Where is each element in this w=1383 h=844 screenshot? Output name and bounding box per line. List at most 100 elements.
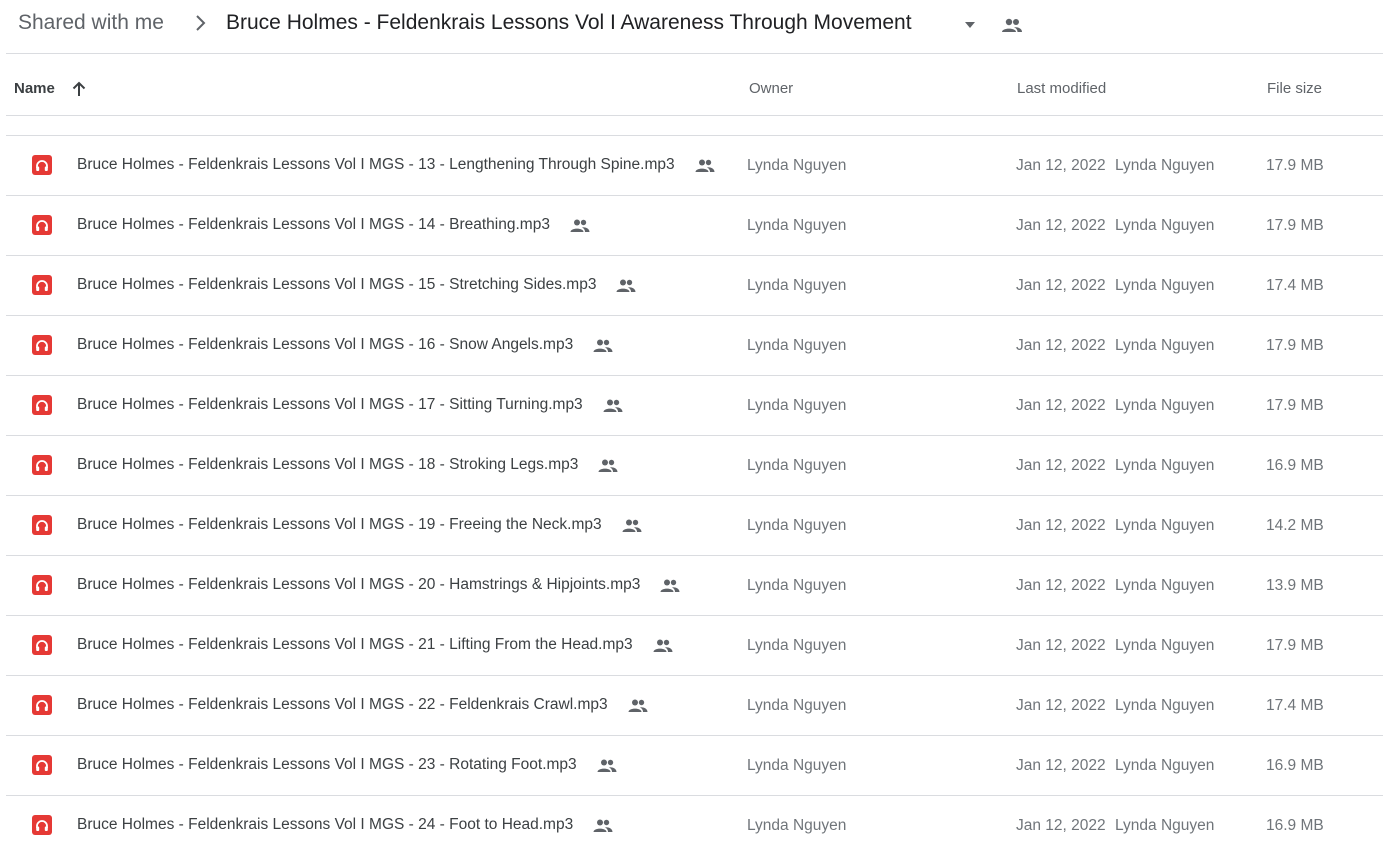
- file-owner: Lynda Nguyen: [747, 817, 847, 834]
- shared-people-icon: [622, 519, 642, 532]
- column-header-divider: [6, 115, 1383, 116]
- file-modified-date: Jan 12, 2022: [1016, 277, 1106, 294]
- shared-people-icon: [603, 399, 623, 412]
- column-header-name[interactable]: Name: [14, 80, 55, 97]
- column-header-file-size[interactable]: File size: [1267, 80, 1322, 97]
- file-row[interactable]: Bruce Holmes - Feldenkrais Lessons Vol I…: [6, 136, 1383, 196]
- header-divider: [6, 53, 1383, 54]
- breadcrumb: Shared with me Bruce Holmes - Feldenkrai…: [0, 0, 1383, 53]
- file-name[interactable]: Bruce Holmes - Feldenkrais Lessons Vol I…: [77, 696, 608, 714]
- file-name[interactable]: Bruce Holmes - Feldenkrais Lessons Vol I…: [77, 576, 640, 594]
- audio-file-icon: [32, 335, 52, 355]
- file-modified-by: Lynda Nguyen: [1115, 637, 1215, 654]
- file-modified-date: Jan 12, 2022: [1016, 337, 1106, 354]
- file-modified-by: Lynda Nguyen: [1115, 757, 1215, 774]
- file-modified-by: Lynda Nguyen: [1115, 217, 1215, 234]
- arrow-up-icon[interactable]: [70, 80, 88, 98]
- file-owner: Lynda Nguyen: [747, 157, 847, 174]
- file-owner: Lynda Nguyen: [747, 637, 847, 654]
- file-owner: Lynda Nguyen: [747, 397, 847, 414]
- file-name[interactable]: Bruce Holmes - Feldenkrais Lessons Vol I…: [77, 756, 577, 774]
- file-size: 16.9 MB: [1266, 817, 1324, 834]
- shared-people-icon: [1002, 18, 1022, 32]
- file-modified-by: Lynda Nguyen: [1115, 577, 1215, 594]
- file-name[interactable]: Bruce Holmes - Feldenkrais Lessons Vol I…: [77, 456, 578, 474]
- file-modified-date: Jan 12, 2022: [1016, 637, 1106, 654]
- file-name[interactable]: Bruce Holmes - Feldenkrais Lessons Vol I…: [77, 636, 633, 654]
- file-name[interactable]: Bruce Holmes - Feldenkrais Lessons Vol I…: [77, 276, 596, 294]
- file-modified-date: Jan 12, 2022: [1016, 697, 1106, 714]
- file-owner: Lynda Nguyen: [747, 577, 847, 594]
- audio-file-icon: [32, 395, 52, 415]
- file-name[interactable]: Bruce Holmes - Feldenkrais Lessons Vol I…: [77, 336, 573, 354]
- file-size: 17.4 MB: [1266, 697, 1324, 714]
- file-size: 17.9 MB: [1266, 217, 1324, 234]
- file-row[interactable]: Bruce Holmes - Feldenkrais Lessons Vol I…: [6, 676, 1383, 736]
- audio-file-icon: [32, 755, 52, 775]
- file-modified-by: Lynda Nguyen: [1115, 697, 1215, 714]
- file-modified-date: Jan 12, 2022: [1016, 517, 1106, 534]
- file-owner: Lynda Nguyen: [747, 697, 847, 714]
- audio-file-icon: [32, 515, 52, 535]
- shared-people-icon: [597, 759, 617, 772]
- file-name[interactable]: Bruce Holmes - Feldenkrais Lessons Vol I…: [77, 216, 550, 234]
- file-size: 16.9 MB: [1266, 757, 1324, 774]
- file-owner: Lynda Nguyen: [747, 277, 847, 294]
- file-row[interactable]: Bruce Holmes - Feldenkrais Lessons Vol I…: [6, 616, 1383, 676]
- file-modified-date: Jan 12, 2022: [1016, 817, 1106, 834]
- file-name[interactable]: Bruce Holmes - Feldenkrais Lessons Vol I…: [77, 816, 573, 834]
- file-modified-date: Jan 12, 2022: [1016, 757, 1106, 774]
- file-row[interactable]: Bruce Holmes - Feldenkrais Lessons Vol I…: [6, 556, 1383, 616]
- audio-file-icon: [32, 455, 52, 475]
- file-owner: Lynda Nguyen: [747, 337, 847, 354]
- shared-people-icon: [628, 699, 648, 712]
- file-size: 16.9 MB: [1266, 457, 1324, 474]
- file-size: 17.9 MB: [1266, 637, 1324, 654]
- audio-file-icon: [32, 575, 52, 595]
- shared-people-icon: [570, 219, 590, 232]
- file-modified-by: Lynda Nguyen: [1115, 337, 1215, 354]
- file-name[interactable]: Bruce Holmes - Feldenkrais Lessons Vol I…: [77, 156, 675, 174]
- file-size: 13.9 MB: [1266, 577, 1324, 594]
- file-modified-by: Lynda Nguyen: [1115, 457, 1215, 474]
- file-modified-by: Lynda Nguyen: [1115, 517, 1215, 534]
- audio-file-icon: [32, 215, 52, 235]
- breadcrumb-current-folder[interactable]: Bruce Holmes - Feldenkrais Lessons Vol I…: [226, 11, 912, 35]
- shared-people-icon: [598, 459, 618, 472]
- file-owner: Lynda Nguyen: [747, 457, 847, 474]
- file-row[interactable]: Bruce Holmes - Feldenkrais Lessons Vol I…: [6, 736, 1383, 796]
- breadcrumb-shared-with-me[interactable]: Shared with me: [18, 11, 164, 35]
- column-header-owner: Owner: [749, 80, 794, 97]
- file-owner: Lynda Nguyen: [747, 217, 847, 234]
- audio-file-icon: [32, 275, 52, 295]
- file-row[interactable]: Bruce Holmes - Feldenkrais Lessons Vol I…: [6, 256, 1383, 316]
- file-modified-by: Lynda Nguyen: [1115, 817, 1215, 834]
- shared-people-icon: [695, 159, 715, 172]
- file-owner: Lynda Nguyen: [747, 517, 847, 534]
- shared-people-icon: [593, 339, 613, 352]
- shared-people-icon: [660, 579, 680, 592]
- file-size: 17.9 MB: [1266, 337, 1324, 354]
- caret-down-icon[interactable]: [963, 20, 977, 30]
- file-row[interactable]: Bruce Holmes - Feldenkrais Lessons Vol I…: [6, 496, 1383, 556]
- file-modified-date: Jan 12, 2022: [1016, 397, 1106, 414]
- file-row[interactable]: Bruce Holmes - Feldenkrais Lessons Vol I…: [6, 436, 1383, 496]
- file-modified-by: Lynda Nguyen: [1115, 277, 1215, 294]
- file-row[interactable]: Bruce Holmes - Feldenkrais Lessons Vol I…: [6, 196, 1383, 256]
- file-name[interactable]: Bruce Holmes - Feldenkrais Lessons Vol I…: [77, 516, 602, 534]
- file-size: 17.4 MB: [1266, 277, 1324, 294]
- file-modified-by: Lynda Nguyen: [1115, 397, 1215, 414]
- file-row[interactable]: Bruce Holmes - Feldenkrais Lessons Vol I…: [6, 376, 1383, 436]
- file-modified-date: Jan 12, 2022: [1016, 577, 1106, 594]
- column-header-last-modified[interactable]: Last modified: [1017, 80, 1106, 97]
- file-owner: Lynda Nguyen: [747, 757, 847, 774]
- file-row[interactable]: Bruce Holmes - Feldenkrais Lessons Vol I…: [6, 316, 1383, 376]
- shared-people-icon: [653, 639, 673, 652]
- file-row[interactable]: Bruce Holmes - Feldenkrais Lessons Vol I…: [6, 796, 1383, 844]
- file-modified-date: Jan 12, 2022: [1016, 457, 1106, 474]
- file-modified-date: Jan 12, 2022: [1016, 157, 1106, 174]
- file-name[interactable]: Bruce Holmes - Feldenkrais Lessons Vol I…: [77, 396, 583, 414]
- chevron-right-icon: [196, 15, 206, 31]
- file-size: 14.2 MB: [1266, 517, 1324, 534]
- file-modified-date: Jan 12, 2022: [1016, 217, 1106, 234]
